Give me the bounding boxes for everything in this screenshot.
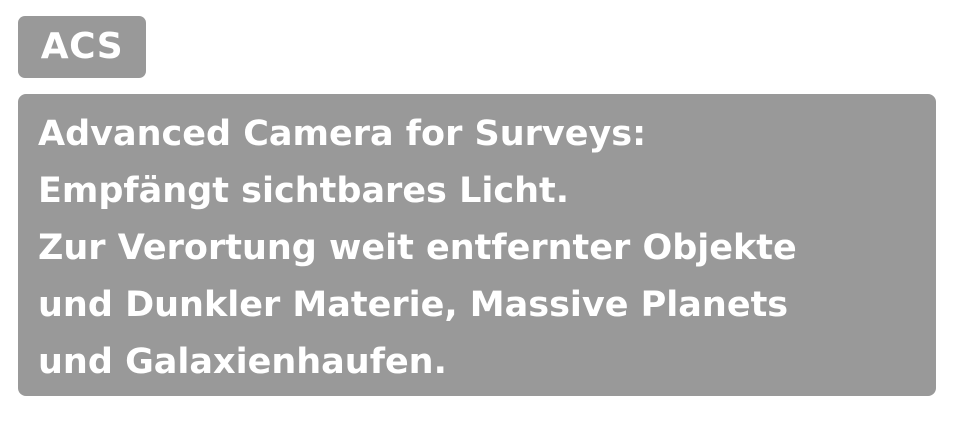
description-panel: Advanced Camera for Surveys: Empfängt si… — [18, 94, 936, 396]
instrument-tag-label: ACS — [40, 26, 124, 67]
description-line: Advanced Camera for Surveys: — [38, 114, 647, 154]
description-line: und Dunkler Materie, Massive Planets — [38, 285, 789, 325]
instrument-tag: ACS — [18, 16, 146, 78]
description-line: Zur Verortung weit entfernter Objekte — [38, 228, 797, 268]
description-line: und Galaxienhaufen. — [38, 342, 447, 382]
description-line: Empfängt sichtbares Licht. — [38, 171, 570, 211]
